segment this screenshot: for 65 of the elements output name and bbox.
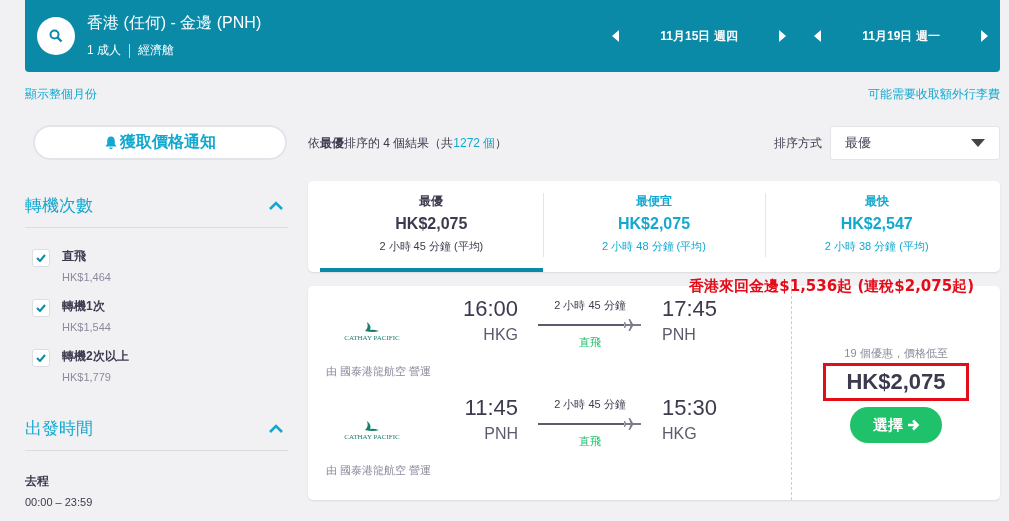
passenger-count: 1 成人 [87, 42, 121, 59]
next-date-icon[interactable] [778, 30, 786, 42]
deals-count: 19 個優惠，價格低至 [844, 346, 948, 361]
sort-label: 排序方式 [774, 134, 822, 152]
filter-title[interactable]: 轉機次數 [25, 194, 93, 217]
airline-logo-icon [364, 322, 380, 334]
option-label: 轉機1次 [62, 298, 106, 315]
option-price: HK$1,544 [62, 321, 111, 333]
summary-bracket: ） [495, 135, 508, 150]
price: HK$2,075 [823, 363, 969, 401]
flight-path-icon [538, 319, 642, 331]
search-icon [49, 29, 63, 43]
departure-airport: HKG [482, 326, 518, 344]
arrow-right-icon [906, 419, 920, 431]
stops-label: 直飛 [579, 434, 601, 449]
search-button[interactable] [37, 17, 75, 55]
airline-logo-icon [364, 421, 380, 433]
option-price: HK$1,779 [62, 371, 112, 383]
range-value: 00:00 – 23:59 [25, 496, 94, 508]
route-title[interactable]: 香港 (任何) - 金邊 (PNH) [87, 13, 612, 34]
departure-time: 16:00 [461, 296, 518, 322]
date-label[interactable]: 11月19日 週一 [822, 27, 980, 45]
arrival-airport: HKG [662, 425, 698, 443]
previous-date-icon[interactable] [814, 30, 822, 42]
flight-duration: 2 小時 45 分鐘 [554, 298, 626, 313]
flight-path-icon [538, 418, 642, 430]
arrival-time: 15:30 [662, 395, 719, 421]
collapse-icon[interactable] [268, 200, 284, 211]
check-icon [36, 254, 46, 262]
check-icon [36, 354, 46, 362]
show-month-link[interactable]: 顯示整個月份 [25, 86, 97, 103]
collapse-icon[interactable] [268, 423, 284, 434]
option-label: 直飛 [62, 248, 87, 265]
filter-title[interactable]: 出發時間 [25, 417, 93, 440]
results-count: 1272 個 [453, 135, 496, 150]
cabin-class: 經濟艙 [138, 42, 174, 59]
option-label: 轉機2次以上 [62, 348, 129, 365]
price-alert-button[interactable]: 獲取價格通知 [33, 125, 287, 160]
select-button[interactable]: 選擇 [850, 407, 942, 443]
sort-dropdown[interactable]: 最優 [830, 126, 1000, 160]
annotation-text: 香港來回金邊$1,536起 (連稅$2,075起) [689, 277, 974, 296]
departure-airport: PNH [483, 425, 518, 443]
check-icon [36, 304, 46, 312]
departure-time: 11:45 [463, 395, 518, 421]
results-summary: 依最優排序的 4 個結果（共 [308, 135, 454, 150]
caret-icon [971, 139, 985, 147]
next-date-icon[interactable] [980, 30, 988, 42]
option-price: HK$1,464 [62, 271, 111, 283]
sort-tab[interactable]: 最便宜 HK$2,075 2 小時 48 分鐘 (平均) [542, 193, 766, 272]
sort-tab[interactable]: 最快 HK$2,547 2 小時 38 分鐘 (平均) [765, 193, 988, 272]
checkbox[interactable] [32, 349, 50, 367]
checkbox[interactable] [32, 299, 50, 317]
previous-date-icon[interactable] [612, 30, 620, 42]
operated-by: 由 國泰港龍航空 營運 [326, 463, 433, 478]
range-label: 去程 [25, 473, 50, 490]
checkbox[interactable] [32, 249, 50, 267]
flight-duration: 2 小時 45 分鐘 [554, 397, 626, 412]
sort-tab[interactable]: 最優 HK$2,075 2 小時 45 分鐘 (平均) [320, 193, 543, 272]
bell-icon [104, 135, 117, 150]
arrival-time: 17:45 [662, 296, 719, 322]
operated-by: 由 國泰港龍航空 營運 [326, 364, 433, 379]
date-label[interactable]: 11月15日 週四 [620, 27, 778, 45]
stops-label: 直飛 [579, 335, 601, 350]
arrival-airport: PNH [662, 326, 697, 344]
baggage-fee-link[interactable]: 可能需要收取額外行李費 [868, 86, 1000, 103]
